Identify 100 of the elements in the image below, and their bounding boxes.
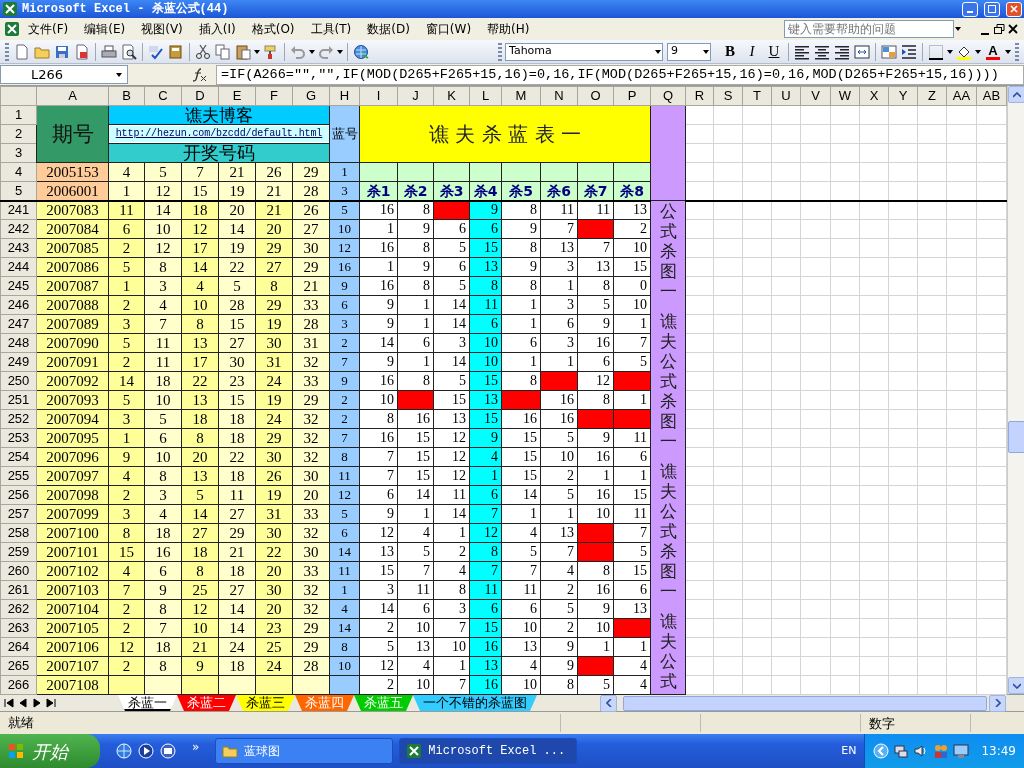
name-box[interactable]: L266 — [0, 65, 128, 84]
print-preview-icon[interactable] — [121, 43, 137, 60]
column-header[interactable]: M — [501, 86, 541, 106]
sheet-tab[interactable]: 杀蓝三 — [236, 695, 295, 711]
scroll-up-button[interactable] — [1008, 86, 1024, 103]
taskbar-button[interactable]: 蓝球图 — [215, 738, 394, 764]
printer-icon[interactable] — [101, 43, 117, 60]
next-sheet-button[interactable] — [32, 698, 42, 708]
column-header[interactable]: H — [329, 86, 360, 106]
paste-icon[interactable] — [235, 43, 251, 60]
scrollbar-thumb[interactable] — [1008, 421, 1024, 453]
size-dropdown[interactable]: 9 — [667, 42, 711, 61]
column-header[interactable]: P — [613, 86, 651, 106]
borders-icon[interactable] — [928, 43, 944, 60]
italic-button[interactable]: I — [741, 40, 763, 63]
column-header[interactable]: G — [292, 86, 330, 106]
spelling-icon[interactable] — [148, 43, 164, 60]
copy-icon[interactable] — [215, 43, 231, 60]
book-icon[interactable] — [168, 43, 184, 60]
column-header[interactable]: A — [36, 86, 109, 106]
column-header[interactable]: F — [255, 86, 293, 106]
maximize-icon[interactable] — [988, 5, 996, 13]
more-button[interactable]: » — [192, 738, 200, 756]
menu-item[interactable]: 格式(O) — [243, 20, 303, 38]
sheet-tab[interactable]: 杀蓝一 — [118, 695, 177, 711]
indent-icon[interactable] — [901, 43, 917, 60]
align-left-icon[interactable] — [794, 43, 810, 60]
column-header[interactable]: K — [433, 86, 470, 106]
menu-item[interactable]: 数据(D) — [359, 20, 418, 38]
column-header[interactable]: T — [742, 86, 772, 106]
sheet-tab[interactable]: 杀蓝二 — [177, 695, 236, 711]
caret-icon[interactable] — [702, 47, 710, 56]
menu-item[interactable]: 视图(V) — [133, 20, 191, 38]
lock-document-icon[interactable] — [74, 43, 90, 60]
align-right-icon[interactable] — [834, 43, 850, 60]
column-header[interactable]: S — [713, 86, 743, 106]
column-header[interactable]: I — [359, 86, 398, 106]
font-color-button[interactable]: A — [982, 40, 1004, 63]
column-header[interactable]: E — [218, 86, 256, 106]
caret-icon[interactable] — [946, 47, 954, 56]
align-center-icon[interactable] — [814, 43, 830, 60]
column-header[interactable]: W — [830, 86, 860, 106]
font-dropdown[interactable]: Tahoma — [505, 42, 663, 61]
column-header[interactable]: Y — [888, 86, 918, 106]
underline-button[interactable]: U — [763, 40, 785, 63]
previous-sheet-button[interactable] — [18, 698, 28, 708]
first-sheet-button[interactable] — [4, 698, 14, 708]
menu-item[interactable]: 编辑(E) — [76, 20, 134, 38]
brush-icon[interactable] — [263, 43, 279, 60]
column-header[interactable]: D — [181, 86, 219, 106]
menu-item[interactable]: 窗口(W) — [417, 20, 480, 38]
column-header[interactable]: Q — [650, 86, 686, 106]
menu-item[interactable]: 文件(F) — [20, 20, 77, 38]
table-icon[interactable] — [881, 43, 897, 60]
function-icon[interactable] — [192, 66, 208, 83]
column-header[interactable]: N — [540, 86, 578, 106]
window-icon[interactable] — [160, 743, 176, 759]
cut-icon[interactable] — [195, 43, 211, 60]
menu-item[interactable]: 插入(I) — [190, 20, 244, 38]
column-header[interactable]: U — [771, 86, 801, 106]
caret-icon[interactable] — [253, 47, 261, 56]
column-header[interactable]: X — [859, 86, 889, 106]
formula-field[interactable]: =IF(A266="","",IF(MOD(D265+F265+15,16)=0,16,IF(MOD(D265+F265+15,16)=0,16,MOD(D265+F265+15,16)))) — [216, 64, 1024, 85]
menu-item[interactable]: 帮助(H) — [479, 20, 538, 38]
chevron-icon[interactable] — [873, 743, 890, 759]
help-field[interactable]: 键入需要帮助的问题 — [784, 20, 954, 38]
monitor-icon[interactable] — [953, 743, 970, 759]
close-icon[interactable] — [1006, 22, 1020, 36]
language-indicator[interactable]: EN — [841, 742, 857, 760]
column-header[interactable]: O — [577, 86, 614, 106]
scrollbar-thumb[interactable] — [623, 695, 987, 711]
column-header[interactable]: J — [397, 86, 434, 106]
spreadsheet-icon[interactable] — [4, 21, 20, 37]
restore-icon[interactable] — [992, 22, 1006, 36]
bold-button[interactable]: B — [719, 40, 741, 63]
minimize-button[interactable] — [962, 1, 978, 17]
last-sheet-button[interactable] — [46, 698, 56, 708]
play-icon[interactable] — [138, 743, 154, 759]
column-header[interactable]: AA — [946, 86, 977, 106]
save-icon[interactable] — [54, 43, 70, 60]
blog-link[interactable]: http://hezun.com/bzcdd/default.html — [109, 126, 329, 142]
network-icon[interactable] — [893, 743, 910, 759]
column-header[interactable]: B — [108, 86, 145, 106]
column-header[interactable]: Z — [917, 86, 947, 106]
people-icon[interactable] — [933, 743, 950, 759]
new-document-icon[interactable] — [14, 43, 30, 60]
scroll-down-button[interactable] — [1008, 677, 1024, 694]
globe-icon[interactable] — [353, 43, 369, 60]
column-header[interactable]: L — [469, 86, 502, 106]
caret-icon[interactable] — [974, 47, 982, 56]
column-header[interactable]: R — [685, 86, 714, 106]
menu-item[interactable]: 工具(T) — [302, 20, 360, 38]
caret-icon[interactable] — [1004, 47, 1012, 56]
close-button[interactable] — [1006, 1, 1022, 17]
column-header[interactable]: V — [800, 86, 831, 106]
caret-icon[interactable] — [336, 47, 344, 56]
taskbar-button[interactable]: Microsoft Excel ... — [399, 738, 578, 764]
sheet-tab[interactable]: 一个不错的杀蓝图 — [413, 695, 537, 711]
caret-icon[interactable] — [308, 47, 316, 56]
merge-cells-icon[interactable] — [854, 43, 870, 60]
